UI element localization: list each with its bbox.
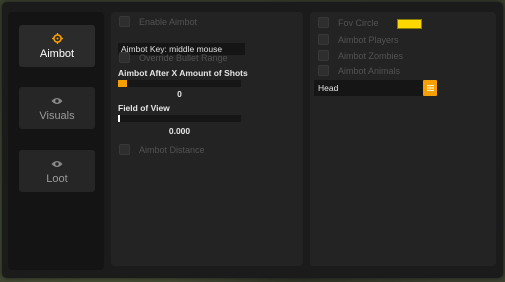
- sidebar-item-loot[interactable]: Loot: [19, 150, 95, 192]
- fov-slider-label: Field of View: [118, 103, 170, 113]
- aimbot-zombies-row[interactable]: Aimbot Zombies: [318, 50, 403, 61]
- sidebar: Aimbot Visuals Loot: [8, 12, 104, 270]
- override-bullet-range-checkbox[interactable]: [119, 52, 130, 63]
- fov-circle-checkbox[interactable]: [318, 17, 329, 28]
- shots-slider-handle[interactable]: [118, 80, 127, 87]
- fov-slider-value: 0.000: [168, 126, 191, 136]
- sidebar-item-label: Aimbot: [39, 47, 75, 60]
- eye-icon: [51, 95, 63, 107]
- sidebar-item-label: Visuals: [39, 109, 75, 122]
- shots-slider-label: Aimbot After X Amount of Shots: [118, 68, 248, 78]
- enable-aimbot-checkbox[interactable]: [119, 16, 130, 27]
- crosshair-icon: [51, 33, 63, 45]
- aimbot-animals-row[interactable]: Aimbot Animals: [318, 65, 400, 76]
- aimbot-zombies-label: Aimbot Zombies: [338, 50, 404, 61]
- target-settings-panel: Fov Circle Aimbot Players Aimbot Zombies…: [310, 12, 496, 266]
- enable-aimbot-row[interactable]: Enable Aimbot: [119, 16, 197, 27]
- fov-circle-color-swatch[interactable]: [397, 19, 422, 29]
- aimbot-animals-checkbox[interactable]: [318, 65, 329, 76]
- fov-slider-handle[interactable]: [118, 115, 120, 122]
- eye-icon: [51, 158, 63, 170]
- shots-slider-value: 0: [177, 89, 182, 99]
- aimbot-distance-checkbox[interactable]: [119, 144, 130, 155]
- aimbot-players-row[interactable]: Aimbot Players: [318, 34, 399, 45]
- aimbot-animals-label: Aimbot Animals: [338, 65, 401, 76]
- enable-aimbot-label: Enable Aimbot: [139, 16, 198, 27]
- dropdown-menu-icon[interactable]: [423, 80, 437, 96]
- aimbot-distance-label: Aimbot Distance: [139, 144, 205, 155]
- shots-slider[interactable]: [118, 80, 241, 87]
- fov-circle-row[interactable]: Fov Circle: [318, 17, 379, 28]
- aimbot-players-label: Aimbot Players: [338, 34, 399, 45]
- override-bullet-range-row[interactable]: Override Bullet Range: [119, 52, 228, 63]
- target-bone-dropdown[interactable]: Head: [314, 80, 424, 96]
- aimbot-distance-row[interactable]: Aimbot Distance: [119, 144, 205, 155]
- sidebar-item-label: Loot: [46, 172, 68, 185]
- aimbot-zombies-checkbox[interactable]: [318, 50, 329, 61]
- fov-slider[interactable]: [118, 115, 241, 122]
- sidebar-item-visuals[interactable]: Visuals: [19, 87, 95, 129]
- override-bullet-range-label: Override Bullet Range: [139, 52, 228, 63]
- fov-circle-label: Fov Circle: [338, 17, 379, 28]
- aimbot-settings-panel: Enable Aimbot Aimbot Key: middle mouse O…: [111, 12, 303, 266]
- cheat-menu-window: Aimbot Visuals Loot Enable Aimbot Aimbot…: [2, 2, 503, 278]
- aimbot-players-checkbox[interactable]: [318, 34, 329, 45]
- sidebar-item-aimbot[interactable]: Aimbot: [19, 25, 95, 67]
